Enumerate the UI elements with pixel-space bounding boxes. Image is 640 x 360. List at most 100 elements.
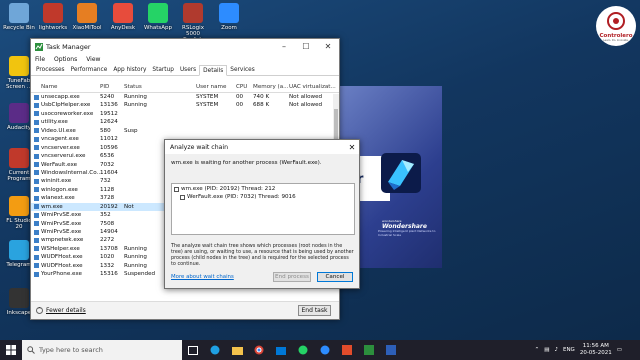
task-manager-titlebar[interactable]: Task Manager – ☐ ✕ — [31, 39, 339, 55]
taskbar-task-manager[interactable] — [358, 340, 380, 360]
tab-app-history[interactable]: App history — [110, 65, 149, 75]
taskbar-chrome[interactable] — [248, 340, 270, 360]
end-process-button[interactable]: End process — [273, 272, 311, 282]
tab-startup[interactable]: Startup — [149, 65, 177, 75]
column-header[interactable]: UAC virtualizat... — [289, 84, 336, 90]
tree-checkbox[interactable] — [180, 194, 185, 200]
taskbar-search-box[interactable]: Type here to search — [22, 340, 182, 360]
table-cell: WSHelper.exe — [41, 245, 80, 252]
column-header[interactable]: User name — [196, 84, 226, 90]
desktop-icon[interactable]: AnyDesk — [106, 3, 140, 31]
table-cell: wlanext.exe — [41, 195, 75, 202]
more-about-wait-chains-link[interactable]: More about wait chains — [171, 274, 234, 280]
process-icon — [34, 128, 39, 134]
chrome-icon — [254, 345, 264, 355]
maximize-button[interactable]: ☐ — [295, 39, 317, 55]
app-icon — [342, 345, 352, 355]
table-row[interactable]: UsbCIpHelper.exe 13136 Running SYSTEM 00 688 … — [31, 101, 339, 109]
column-header[interactable]: Status — [124, 84, 142, 90]
minimize-button[interactable]: – — [273, 39, 295, 55]
taskbar: Type here to search ⌃ ▤ ♪ ENG 11:56 AM 2… — [0, 340, 640, 360]
table-row[interactable]: utility.exe 12624 — [31, 118, 339, 126]
language-indicator[interactable]: ENG — [563, 347, 575, 353]
app-icon — [9, 3, 29, 23]
start-button[interactable] — [0, 340, 22, 360]
table-cell: 12624 — [100, 119, 118, 126]
taskbar-file-explorer[interactable] — [226, 340, 248, 360]
task-manager-window[interactable]: Task Manager – ☐ ✕ File Options View Proce… — [30, 38, 360, 320]
process-icon — [34, 254, 39, 260]
table-cell: Running — [124, 245, 147, 252]
tree-checkbox[interactable] — [174, 186, 179, 192]
cancel-button[interactable]: Cancel — [317, 272, 353, 282]
column-header[interactable]: CPU — [236, 84, 247, 90]
process-icon — [34, 162, 39, 167]
taskbar-whatsapp[interactable] — [292, 340, 314, 360]
desktop-icon[interactable]: XiaoMiTool — [70, 3, 104, 31]
process-icon — [34, 119, 39, 125]
process-icon — [34, 102, 39, 108]
dialog-close-button[interactable]: ✕ — [345, 143, 359, 152]
app-icon — [9, 56, 29, 76]
desktop-icon-label: AnyDesk — [110, 25, 136, 31]
tab-details[interactable]: Details — [199, 65, 228, 76]
process-icon — [34, 145, 39, 151]
table-cell: unsecapp.exe — [41, 94, 80, 100]
table-cell: wininit.exe — [41, 178, 72, 185]
app-icon — [9, 240, 29, 260]
menu-item-options[interactable]: Options — [54, 55, 77, 65]
tab-users[interactable]: Users — [177, 65, 199, 75]
table-row[interactable]: usocoreworker.exe 19512 — [31, 110, 339, 118]
taskbar-store[interactable] — [270, 340, 292, 360]
column-header[interactable]: Memory (a... — [253, 84, 288, 90]
desktop-icon[interactable]: Recycle Bin — [2, 3, 36, 31]
desktop-icon[interactable]: lightworks — [36, 3, 70, 31]
volume-icon[interactable]: ♪ — [554, 347, 558, 353]
process-icon — [34, 229, 39, 235]
process-icon — [34, 263, 39, 269]
task-view-button[interactable] — [182, 340, 204, 360]
end-task-button[interactable]: End task — [298, 305, 331, 316]
close-button[interactable]: ✕ — [317, 39, 339, 55]
controlero-subtitle: Learn. Do. Innovate. — [603, 39, 629, 42]
tree-node-label: WerFault.exe (PID: 7032) Thread: 9016 — [187, 194, 296, 200]
dialog-titlebar[interactable]: Analyze wait chain ✕ — [165, 140, 359, 154]
table-cell: wmpnetwk.exe — [41, 237, 84, 244]
tree-node-child[interactable]: WerFault.exe (PID: 7032) Thread: 9016 — [180, 194, 296, 200]
table-cell: 3728 — [100, 195, 115, 202]
taskbar-edge[interactable] — [204, 340, 226, 360]
taskbar-app-extra[interactable] — [336, 340, 358, 360]
fewer-details-label: Fewer details — [46, 307, 86, 314]
table-cell: 732 — [100, 178, 111, 185]
tab-processes[interactable]: Processes — [33, 65, 68, 75]
table-cell: WUDFHost.exe — [41, 262, 83, 269]
table-cell: Not allowed — [289, 94, 323, 100]
table-cell: 2272 — [100, 237, 115, 244]
column-header[interactable]: PID — [100, 84, 109, 90]
taskbar-wondershare[interactable] — [380, 340, 402, 360]
fewer-details-toggle[interactable]: ⌃ Fewer details — [36, 307, 86, 314]
tab-services[interactable]: Services — [227, 65, 257, 75]
table-row[interactable]: Video.UI.exe 580 Susp — [31, 127, 339, 135]
wait-chain-tree[interactable]: wm.exe (PID: 20192) Thread: 212 WerFault… — [171, 183, 355, 235]
tab-performance[interactable]: Performance — [68, 65, 111, 75]
table-cell: WmiPrvSE.exe — [41, 220, 82, 227]
windows-logo-icon — [6, 345, 16, 355]
tree-node-root[interactable]: wm.exe (PID: 20192) Thread: 212 — [174, 186, 275, 192]
menu-item-file[interactable]: File — [35, 55, 45, 65]
clock[interactable]: 11:56 AM 20-05-2021 — [580, 343, 612, 357]
desktop-icon[interactable]: WhatsApp — [141, 3, 175, 31]
search-icon — [27, 346, 35, 354]
taskbar-zoom[interactable] — [314, 340, 336, 360]
network-icon[interactable]: ▤ — [544, 347, 549, 353]
analyze-wait-chain-dialog[interactable]: Analyze wait chain ✕ wm.exe is waiting f… — [164, 139, 360, 289]
table-cell: vncagent.exe — [41, 136, 79, 143]
desktop-icon[interactable]: Zoom — [212, 3, 246, 31]
table-row[interactable]: unsecapp.exe 5240 Running SYSTEM 00 740 K Not … — [31, 93, 339, 101]
column-header[interactable]: Name — [41, 84, 58, 90]
menu-item-view[interactable]: View — [86, 55, 100, 65]
table-cell: 7508 — [100, 220, 115, 227]
chevron-up-icon[interactable]: ⌃ — [535, 347, 540, 353]
desktop-icon[interactable]: RSLogix 5000 English — [176, 3, 210, 43]
notifications-icon[interactable]: ▭ — [617, 347, 622, 353]
